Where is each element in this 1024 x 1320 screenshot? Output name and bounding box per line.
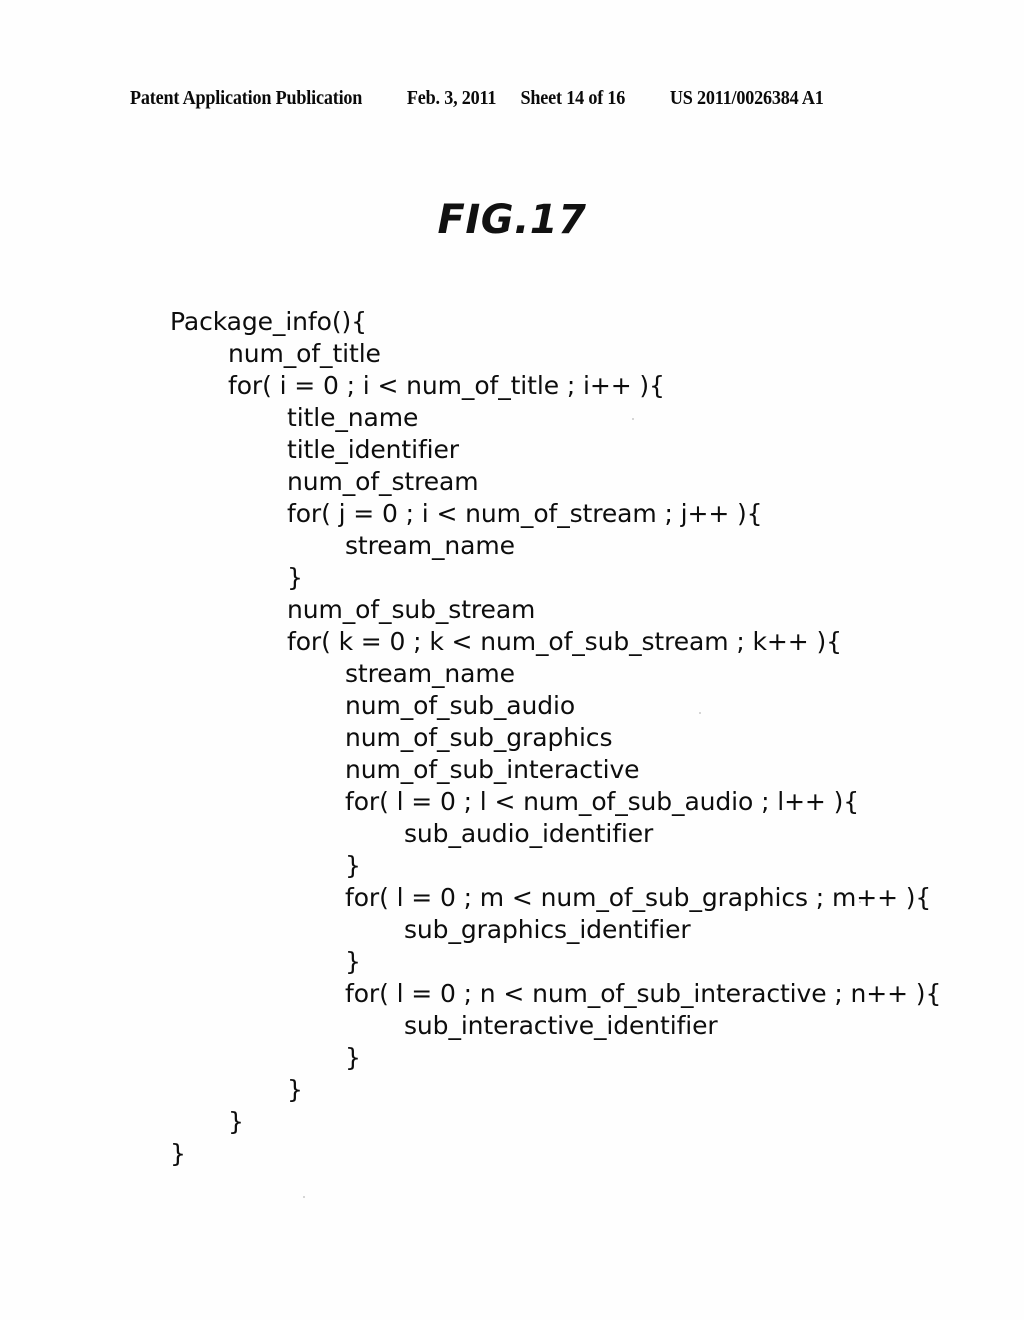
code-line: for( l = 0 ; n < num_of_sub_interactive … — [345, 979, 942, 1008]
code-line: } — [345, 947, 361, 976]
figure-title: FIG.17 — [437, 197, 587, 243]
code-line: } — [170, 1139, 186, 1168]
code-line: } — [228, 1107, 244, 1136]
header-sheet-number: Sheet 14 of 16 — [520, 88, 626, 109]
scan-speckle — [859, 901, 861, 903]
code-line: } — [287, 563, 303, 592]
code-line: sub_interactive_identifier — [404, 1011, 718, 1040]
code-line: num_of_stream — [287, 467, 479, 496]
code-line: num_of_sub_interactive — [345, 755, 640, 784]
code-line: title_name — [287, 403, 419, 432]
scan-speckle — [632, 418, 634, 420]
patent-page: Patent Application Publication Feb. 3, 2… — [0, 0, 1024, 1320]
code-line: num_of_sub_graphics — [345, 723, 613, 752]
code-line: num_of_title — [228, 339, 381, 368]
code-line: for( k = 0 ; k < num_of_sub_stream ; k++… — [287, 627, 842, 656]
code-line: title_identifier — [287, 435, 459, 464]
header-document-number: US 2011/0026384 A1 — [669, 88, 824, 109]
pseudo-code-listing: Package_info(){ num_of_title for( i = 0 ; … — [0, 306, 1024, 1170]
header-publication-label: Patent Application Publication — [130, 88, 363, 109]
code-line: num_of_sub_audio — [345, 691, 576, 720]
code-line: sub_graphics_identifier — [404, 915, 691, 944]
code-line: Package_info(){ — [170, 307, 367, 336]
running-header: Patent Application Publication Feb. 3, 2… — [130, 88, 841, 116]
code-line: num_of_sub_stream — [287, 595, 536, 624]
code-line: } — [287, 1075, 303, 1104]
code-line: stream_name — [345, 531, 515, 560]
code-line: for( l = 0 ; m < num_of_sub_graphics ; m… — [345, 883, 932, 912]
code-line: for( i = 0 ; i < num_of_title ; i++ ){ — [228, 371, 665, 400]
scan-speckle — [303, 1196, 305, 1198]
code-line: stream_name — [345, 659, 515, 688]
code-line: for( j = 0 ; i < num_of_stream ; j++ ){ — [287, 499, 763, 528]
scan-speckle — [699, 712, 701, 714]
code-line: } — [345, 851, 361, 880]
code-line: } — [345, 1043, 361, 1072]
code-line: for( l = 0 ; l < num_of_sub_audio ; l++ … — [345, 787, 860, 816]
code-line: sub_audio_identifier — [404, 819, 654, 848]
header-publication-date: Feb. 3, 2011 — [406, 88, 497, 109]
